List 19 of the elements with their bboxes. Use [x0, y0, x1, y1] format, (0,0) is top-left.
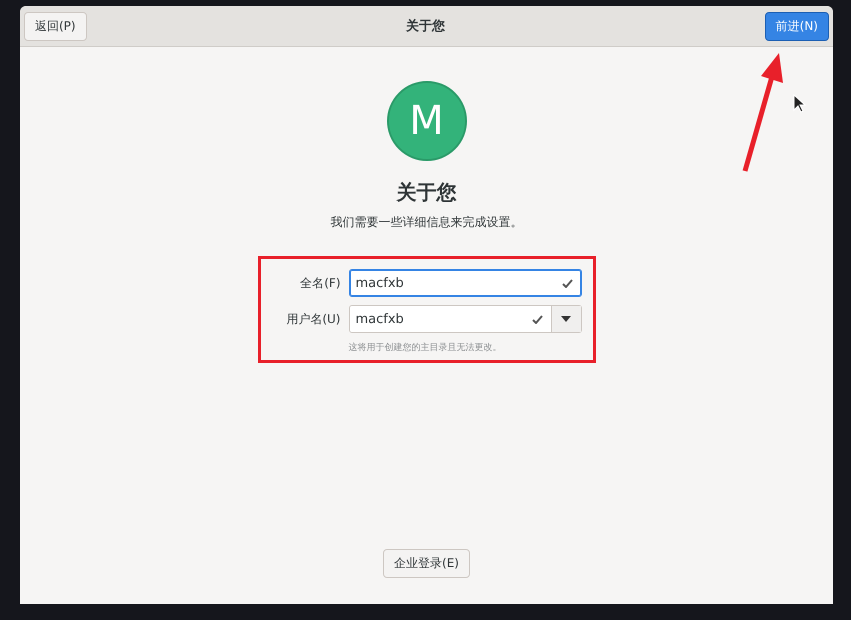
next-button[interactable]: 前进(N): [764, 12, 829, 40]
text-input[interactable]: macfxb: [350, 312, 532, 326]
page-heading: 关于您: [396, 179, 456, 206]
window-title: 关于您: [406, 18, 446, 35]
enterprise-login-button[interactable]: 企业登录(E): [383, 549, 470, 578]
mouse-pointer-icon: [793, 94, 807, 114]
avatar: M: [386, 81, 466, 161]
checkmark-icon: [532, 314, 542, 324]
checkmark-icon: [562, 278, 572, 288]
username-combo-field[interactable]: macfxb: [348, 305, 582, 333]
caret-icon: [561, 316, 571, 322]
field-label: 用户名(U): [285, 310, 340, 328]
subtitle: 我们需要一些详细信息来完成设置。: [330, 214, 522, 231]
name-input-field[interactable]: macfxb: [348, 269, 582, 297]
field-label: 全名(F): [299, 274, 340, 292]
hint-text: 这将用于创建您的主目录且无法更改。: [348, 342, 502, 354]
back-button[interactable]: 返回(P): [24, 12, 87, 40]
dropdown-button[interactable]: [550, 306, 580, 332]
text-input[interactable]: macfxb: [350, 276, 562, 290]
